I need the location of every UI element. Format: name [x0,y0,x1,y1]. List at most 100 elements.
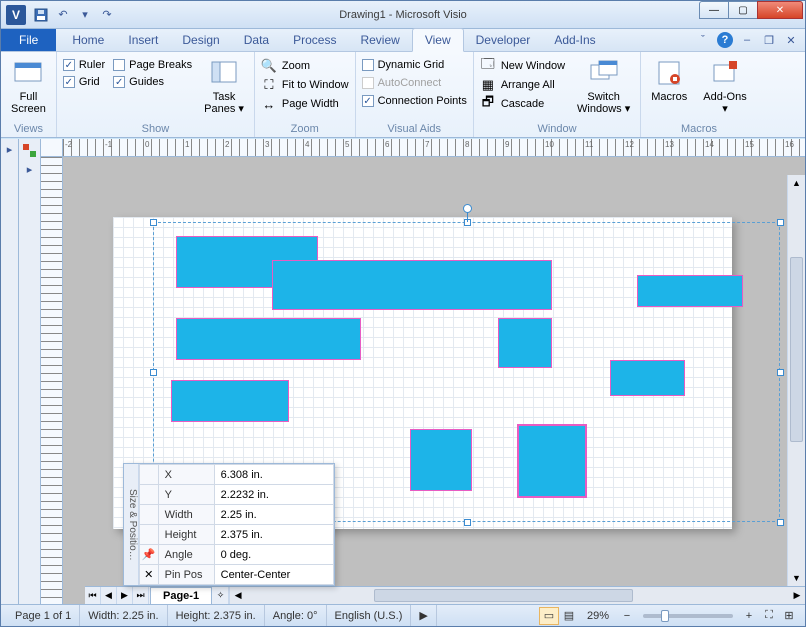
addons-icon [709,57,741,89]
macros-icon [653,57,685,89]
hscroll-thumb[interactable] [374,589,633,602]
ruler-checkbox[interactable]: ✓Ruler [63,59,105,71]
selection-handle[interactable] [777,219,784,226]
scroll-left-icon[interactable]: ◀ [230,587,246,604]
size-position-window[interactable]: Size & Positio… X6.308 in.Y2.2232 in.Wid… [123,463,335,586]
prop-value[interactable]: Center-Center [214,565,333,585]
prop-key: Width [158,505,214,525]
close-button[interactable]: ✕ [757,1,803,19]
maximize-button[interactable]: ▢ [728,1,758,19]
vertical-scrollbar[interactable]: ▲ ▼ [787,175,805,586]
ribbon-tabs: File Home Insert Design Data Process Rev… [1,29,805,52]
pan-zoom-icon[interactable]: ⊞ [779,607,799,625]
scroll-up-icon[interactable]: ▲ [788,175,805,191]
selection-handle[interactable] [777,369,784,376]
expand-icon[interactable]: ▸ [7,143,13,156]
new-page-icon[interactable]: ✧ [213,587,229,604]
prop-value[interactable]: 6.308 in. [214,465,333,485]
first-page-icon[interactable]: ⏮ [85,587,101,604]
macro-record-icon[interactable]: ▶ [411,605,436,626]
canvas[interactable]: ▲ ▼ ⏮ ◀ ▶ ⏭ Page-1 ✧ ◀ ▶ [63,157,805,604]
redo-icon[interactable]: ↷ [97,5,117,25]
save-icon[interactable] [31,5,51,25]
guides-checkbox[interactable]: ✓Guides [113,76,192,88]
switch-windows-button[interactable]: Switch Windows ▾ [573,55,634,117]
full-screen-button[interactable]: Full Screen [7,55,50,117]
tab-developer[interactable]: Developer [464,29,543,51]
page-width-button[interactable]: ↔Page Width [261,96,349,112]
tab-data[interactable]: Data [232,29,281,51]
grid-checkbox[interactable]: ✓Grid [63,76,105,88]
addons-button[interactable]: Add-Ons▾ [699,55,750,117]
tab-review[interactable]: Review [348,29,411,51]
undo-icon[interactable]: ↶ [53,5,73,25]
shapes-pane-collapsed[interactable]: ▸ [1,139,19,604]
tab-insert[interactable]: Insert [116,29,170,51]
view-normal-icon[interactable]: ▭ [539,607,559,625]
page-breaks-checkbox[interactable]: Page Breaks [113,59,192,71]
row-icon[interactable]: ✕ [139,565,158,585]
tab-addins[interactable]: Add-Ins [542,29,607,51]
prop-value[interactable]: 2.375 in. [214,525,333,545]
tab-design[interactable]: Design [170,29,231,51]
minimize-button[interactable]: — [699,1,729,19]
prop-key: Height [158,525,214,545]
doc-minimize-icon[interactable]: – [739,32,755,48]
shapes-rail[interactable]: ▸ [19,139,41,604]
selection-handle[interactable] [464,519,471,526]
zoom-button[interactable]: 🔍Zoom [261,58,349,74]
prop-value[interactable]: 2.25 in. [214,505,333,525]
vscroll-thumb[interactable] [790,257,803,442]
zoom-slider[interactable] [643,614,733,618]
selection-handle[interactable] [150,369,157,376]
prop-value[interactable]: 2.2232 in. [214,485,333,505]
selection-handle[interactable] [150,219,157,226]
next-page-icon[interactable]: ▶ [117,587,133,604]
workspace: ▸ ▸ -2-1012345678910111213141516 ▲ ▼ [1,139,805,604]
doc-close-icon[interactable]: ✕ [783,32,799,48]
last-page-icon[interactable]: ⏭ [133,587,149,604]
dynamic-grid-checkbox[interactable]: Dynamic Grid [362,59,467,71]
horizontal-scrollbar[interactable]: ◀ ▶ [229,587,805,604]
tab-process[interactable]: Process [281,29,348,51]
status-page[interactable]: Page 1 of 1 [7,605,80,626]
scroll-right-icon[interactable]: ▶ [789,587,805,604]
status-bar: Page 1 of 1 Width: 2.25 in. Height: 2.37… [1,604,805,626]
horizontal-ruler[interactable]: -2-1012345678910111213141516 [63,139,805,157]
fit-page-icon[interactable]: ⛶ [759,607,779,625]
group-macros: Macros Add-Ons▾ Macros [641,52,756,137]
row-icon[interactable]: 📌 [139,545,158,565]
tab-home[interactable]: Home [60,29,116,51]
expand2-icon[interactable]: ▸ [27,163,33,176]
qat-dropdown-icon[interactable]: ▾ [75,5,95,25]
vertical-ruler[interactable] [41,157,63,604]
macros-button[interactable]: Macros [647,55,691,105]
group-window: 🗔New Window ▦Arrange All 🗗Cascade Switch… [474,52,641,137]
connection-points-checkbox[interactable]: ✓Connection Points [362,95,467,107]
selection-handle[interactable] [777,519,784,526]
doc-restore-icon[interactable]: ❐ [761,32,777,48]
shape-rectangle[interactable] [272,260,552,310]
help-icon[interactable]: ? [717,32,733,48]
page-tab[interactable]: Page-1 [150,587,212,604]
tab-view[interactable]: View [412,28,464,52]
zoom-in-icon[interactable]: + [739,607,759,625]
zoom-out-icon[interactable]: − [617,607,637,625]
page-nav-bar: ⏮ ◀ ▶ ⏭ Page-1 ✧ ◀ ▶ [85,586,805,604]
zoom-slider-knob[interactable] [661,610,669,622]
fit-to-window-button[interactable]: ⛶Fit to Window [261,77,349,93]
auto-connect-checkbox[interactable]: AutoConnect [362,77,467,89]
new-window-button[interactable]: 🗔New Window [480,58,565,74]
view-wide-icon[interactable]: ▤ [559,607,579,625]
prop-value[interactable]: 0 deg. [214,545,333,565]
prev-page-icon[interactable]: ◀ [101,587,117,604]
group-zoom: 🔍Zoom ⛶Fit to Window ↔Page Width Zoom [255,52,356,137]
scroll-down-icon[interactable]: ▼ [788,570,805,586]
minimize-ribbon-icon[interactable]: ˇ [695,32,711,48]
task-panes-button[interactable]: Task Panes ▾ [200,55,248,117]
file-tab[interactable]: File [1,29,56,51]
status-zoom[interactable]: 29% [579,605,617,626]
status-language[interactable]: English (U.S.) [327,605,412,626]
arrange-all-button[interactable]: ▦Arrange All [480,77,565,93]
cascade-button[interactable]: 🗗Cascade [480,96,565,112]
